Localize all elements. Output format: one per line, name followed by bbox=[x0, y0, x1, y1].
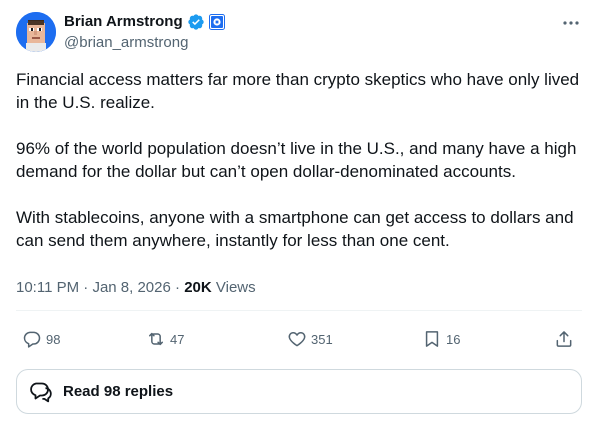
heart-icon bbox=[288, 332, 306, 347]
reply-count: 98 bbox=[46, 331, 61, 347]
bookmark-icon bbox=[425, 331, 439, 347]
more-options-button[interactable] bbox=[560, 12, 582, 34]
post-card: Brian Armstrong @brian_armstrong Financi… bbox=[0, 0, 598, 423]
coinbase-affiliate-icon[interactable] bbox=[208, 14, 225, 30]
like-count: 351 bbox=[311, 331, 333, 347]
views-label: Views bbox=[215, 279, 256, 296]
views-count: 20K bbox=[184, 279, 212, 296]
author-name[interactable]: Brian Armstrong bbox=[64, 12, 183, 32]
share-button[interactable] bbox=[554, 325, 574, 353]
post-paragraph: With stablecoins, anyone with a smartpho… bbox=[16, 208, 574, 250]
like-button[interactable]: 351 bbox=[287, 325, 333, 353]
avatar[interactable] bbox=[16, 12, 56, 52]
post-meta: 10:11 PM · Jan 8, 2026 · 20K Views bbox=[16, 278, 256, 298]
repost-button[interactable]: 47 bbox=[146, 325, 184, 353]
conversation-icon bbox=[30, 382, 52, 402]
more-dots-icon bbox=[563, 21, 579, 25]
post-paragraph: Financial access matters far more than c… bbox=[16, 70, 580, 112]
action-bar: 98 47 351 16 bbox=[16, 325, 582, 353]
read-replies-button[interactable]: Read 98 replies bbox=[16, 369, 582, 414]
meta-separator: · bbox=[175, 279, 181, 296]
bookmark-button[interactable]: 16 bbox=[422, 325, 460, 353]
pixel-avatar-icon bbox=[16, 12, 56, 52]
share-icon bbox=[556, 331, 572, 347]
reply-button[interactable]: 98 bbox=[22, 325, 60, 353]
divider bbox=[16, 310, 582, 311]
post-date[interactable]: Jan 8, 2026 bbox=[92, 279, 170, 296]
read-replies-label: Read 98 replies bbox=[63, 383, 174, 400]
repost-icon bbox=[149, 332, 163, 346]
meta-separator: · bbox=[83, 279, 89, 296]
bookmark-count: 16 bbox=[446, 331, 461, 347]
verified-badge-icon[interactable] bbox=[187, 13, 205, 31]
post-text: Financial access matters far more than c… bbox=[16, 68, 582, 252]
reply-icon bbox=[23, 331, 41, 348]
post-time[interactable]: 10:11 PM bbox=[16, 279, 79, 296]
author-handle[interactable]: @brian_armstrong bbox=[64, 33, 188, 53]
repost-count: 47 bbox=[170, 331, 185, 347]
post-paragraph: 96% of the world population doesn’t live… bbox=[16, 139, 577, 181]
